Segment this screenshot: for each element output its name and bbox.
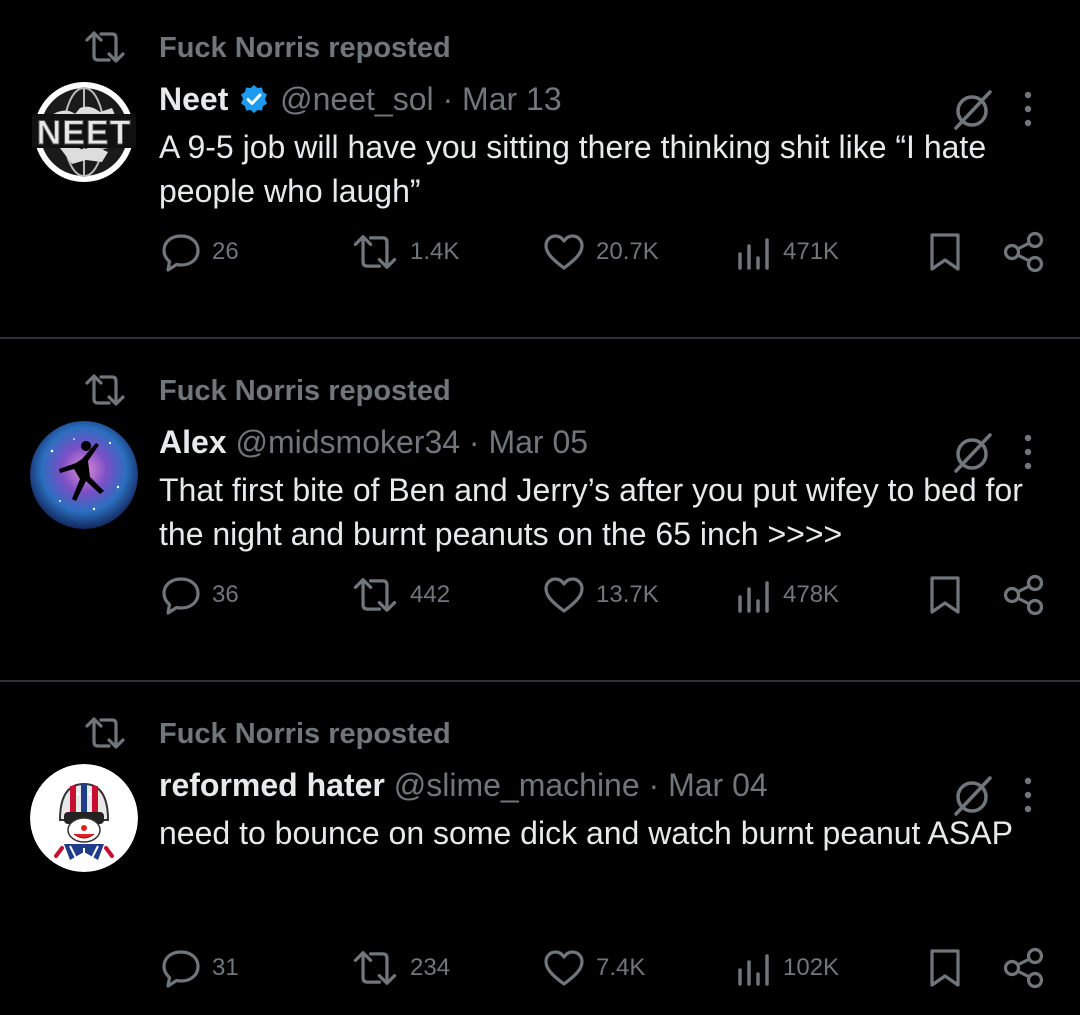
repost-count: 442 bbox=[410, 581, 451, 608]
reply-button[interactable]: 31 bbox=[160, 940, 239, 996]
views-icon bbox=[738, 581, 769, 613]
clown-helmet-icon bbox=[30, 764, 138, 872]
reply-button[interactable]: 26 bbox=[160, 224, 239, 280]
action-bar: 26 1.4K 20.7K 471K bbox=[0, 224, 1080, 280]
user-handle[interactable]: @midsmoker34 bbox=[235, 424, 460, 460]
like-button[interactable]: 20.7K bbox=[542, 224, 659, 280]
avatar[interactable] bbox=[30, 421, 138, 529]
reply-icon bbox=[162, 577, 200, 615]
action-bar: 31 234 7.4K 102K bbox=[0, 940, 1080, 996]
views-icon bbox=[738, 954, 769, 986]
repost-button[interactable]: 1.4K bbox=[350, 224, 459, 280]
views-button[interactable]: 471K bbox=[735, 224, 839, 280]
share-button[interactable] bbox=[1002, 940, 1046, 996]
view-count: 471K bbox=[783, 238, 840, 265]
tweet-text: A 9-5 job will have you sitting there th… bbox=[159, 129, 987, 209]
tweet-header: reformed hater @slime_machine · Mar 04 bbox=[159, 760, 768, 810]
tweet[interactable]: Fuck Norris reposted NEET Neet @neet_sol… bbox=[0, 28, 1080, 338]
svg-text:NEET: NEET bbox=[37, 114, 132, 152]
neet-globe-logo-icon: NEET bbox=[32, 82, 136, 182]
repost-count: 1.4K bbox=[410, 238, 460, 265]
display-name[interactable]: Alex bbox=[159, 424, 227, 460]
reply-count: 26 bbox=[212, 238, 239, 265]
repost-indicator: Fuck Norris reposted bbox=[0, 714, 700, 754]
avatar[interactable]: NEET bbox=[30, 78, 138, 186]
bookmark-button[interactable] bbox=[927, 940, 963, 996]
repost-indicator: Fuck Norris reposted bbox=[0, 371, 700, 411]
like-button[interactable]: 7.4K bbox=[542, 940, 645, 996]
repost-label: Fuck Norris reposted bbox=[159, 718, 451, 750]
repost-action-icon bbox=[353, 951, 397, 985]
tweet-header: Neet @neet_sol · Mar 13 bbox=[159, 74, 562, 124]
tweet[interactable]: Fuck Norris reposted Alex @midsmoker34 ·… bbox=[0, 371, 1080, 681]
bookmark-icon bbox=[930, 576, 960, 614]
heart-icon bbox=[544, 950, 584, 986]
repost-icon bbox=[85, 374, 125, 406]
galaxy-jumpman-icon bbox=[30, 421, 138, 529]
share-icon bbox=[1003, 947, 1044, 989]
bookmark-icon bbox=[930, 949, 960, 987]
bookmark-button[interactable] bbox=[927, 567, 963, 623]
verified-badge-icon bbox=[241, 85, 268, 113]
reply-icon bbox=[162, 950, 200, 988]
post-date[interactable]: Mar 04 bbox=[668, 767, 768, 803]
reply-button[interactable]: 36 bbox=[160, 567, 239, 623]
bookmark-icon bbox=[930, 233, 960, 271]
share-icon bbox=[1003, 574, 1044, 616]
like-count: 13.7K bbox=[596, 581, 659, 608]
view-count: 102K bbox=[783, 954, 840, 981]
post-date[interactable]: Mar 13 bbox=[462, 81, 562, 117]
heart-icon bbox=[544, 577, 584, 613]
tweet-divider bbox=[0, 337, 1080, 339]
repost-count: 234 bbox=[410, 954, 451, 981]
tweet-text: That first bite of Ben and Jerry’s after… bbox=[159, 472, 1023, 552]
reply-icon bbox=[162, 234, 200, 272]
repost-action-icon bbox=[353, 578, 397, 612]
user-handle[interactable]: @neet_sol bbox=[280, 81, 433, 117]
repost-indicator: Fuck Norris reposted bbox=[0, 28, 700, 68]
repost-label: Fuck Norris reposted bbox=[159, 375, 451, 407]
tweet[interactable]: Fuck Norris reposted reformed hater @sli… bbox=[0, 714, 1080, 1014]
view-count: 478K bbox=[783, 581, 840, 608]
like-button[interactable]: 13.7K bbox=[542, 567, 659, 623]
avatar[interactable] bbox=[30, 764, 138, 872]
display-name[interactable]: reformed hater bbox=[159, 767, 385, 803]
display-name[interactable]: Neet bbox=[159, 81, 228, 117]
repost-icon bbox=[85, 31, 125, 63]
separator-dot: · bbox=[442, 81, 454, 117]
repost-icon bbox=[85, 717, 125, 749]
views-button[interactable]: 102K bbox=[735, 940, 839, 996]
share-button[interactable] bbox=[1002, 224, 1046, 280]
tweet-divider bbox=[0, 680, 1080, 682]
action-bar: 36 442 13.7K 478K bbox=[0, 567, 1080, 623]
bookmark-button[interactable] bbox=[927, 224, 963, 280]
reply-count: 31 bbox=[212, 954, 239, 981]
like-count: 7.4K bbox=[596, 954, 646, 981]
tweet-text: need to bounce on some dick and watch bu… bbox=[159, 815, 1013, 851]
share-button[interactable] bbox=[1002, 567, 1046, 623]
repost-action-icon bbox=[353, 235, 397, 269]
reply-count: 36 bbox=[212, 581, 239, 608]
user-handle[interactable]: @slime_machine bbox=[394, 767, 640, 803]
views-icon bbox=[738, 238, 769, 270]
heart-icon bbox=[544, 234, 584, 270]
repost-button[interactable]: 234 bbox=[350, 940, 450, 996]
views-button[interactable]: 478K bbox=[735, 567, 839, 623]
tweet-header: Alex @midsmoker34 · Mar 05 bbox=[159, 417, 588, 467]
separator-dot: · bbox=[468, 424, 480, 460]
post-date[interactable]: Mar 05 bbox=[488, 424, 588, 460]
repost-button[interactable]: 442 bbox=[350, 567, 450, 623]
like-count: 20.7K bbox=[596, 238, 659, 265]
separator-dot: · bbox=[648, 767, 660, 803]
share-icon bbox=[1003, 231, 1044, 273]
repost-label: Fuck Norris reposted bbox=[159, 32, 451, 64]
